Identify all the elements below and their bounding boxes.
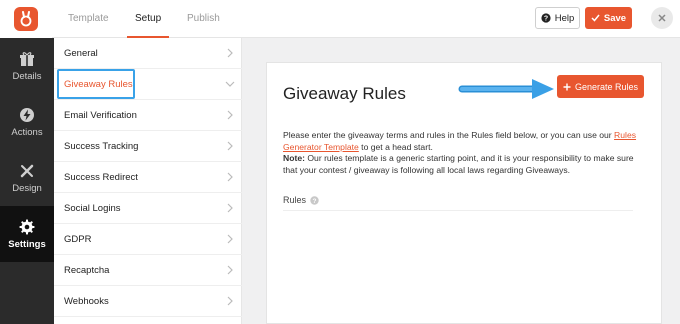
chevron-down-icon bbox=[225, 81, 235, 87]
svg-text:?: ? bbox=[544, 16, 548, 23]
menu-item-label: GDPR bbox=[64, 233, 92, 245]
highlight-outline bbox=[57, 69, 135, 99]
generate-rules-label: Generate Rules bbox=[574, 81, 639, 92]
gift-icon bbox=[20, 51, 34, 66]
menu-item-label: Success Tracking bbox=[64, 140, 139, 152]
menu-item-label: General bbox=[64, 47, 98, 59]
help-label: Help bbox=[554, 12, 575, 24]
question-icon: ? bbox=[541, 13, 551, 23]
rail-item-label: Settings bbox=[8, 238, 46, 250]
menu-item-success-tracking[interactable]: Success Tracking bbox=[54, 131, 242, 162]
menu-item-label: Recaptcha bbox=[64, 264, 110, 276]
tab-publish[interactable]: Publish bbox=[187, 0, 220, 38]
menu-item-success-redirect[interactable]: Success Redirect bbox=[54, 162, 242, 193]
chevron-right-icon bbox=[227, 141, 233, 151]
save-label: Save bbox=[603, 12, 627, 24]
rail-item-actions[interactable]: Actions bbox=[0, 94, 54, 150]
rabbit-logo-icon bbox=[14, 7, 38, 31]
chevron-right-icon bbox=[227, 234, 233, 244]
bolt-icon bbox=[20, 107, 34, 122]
chevron-right-icon bbox=[227, 203, 233, 213]
chevron-right-icon bbox=[227, 296, 233, 306]
chevron-right-icon bbox=[227, 110, 233, 120]
rail-item-settings[interactable]: Settings bbox=[0, 206, 54, 262]
note-text: Our rules template is a generic starting… bbox=[283, 153, 634, 175]
description-text-end: to get a head start. bbox=[358, 141, 433, 152]
save-button[interactable]: Save bbox=[585, 7, 632, 29]
menu-item-label: Success Redirect bbox=[64, 171, 138, 183]
rail-item-label: Actions bbox=[11, 126, 43, 138]
generate-rules-button[interactable]: Generate Rules bbox=[557, 75, 644, 98]
rail-item-details[interactable]: Details bbox=[0, 38, 54, 94]
chevron-right-icon bbox=[227, 48, 233, 58]
top-bar: Template Setup Publish ? Help Save bbox=[0, 0, 680, 38]
description-text: Please enter the giveaway terms and rule… bbox=[283, 130, 615, 140]
pointer-arrow-icon bbox=[458, 79, 554, 99]
rail-item-design[interactable]: Design bbox=[0, 150, 54, 206]
menu-item-label: Webhooks bbox=[64, 295, 109, 307]
menu-item-label: Email Verification bbox=[64, 109, 137, 121]
svg-text:?: ? bbox=[313, 198, 317, 205]
help-tooltip-icon[interactable]: ? bbox=[310, 195, 319, 205]
page-title: Giveaway Rules bbox=[283, 84, 406, 103]
tab-template[interactable]: Template bbox=[68, 0, 109, 38]
chevron-right-icon bbox=[227, 172, 233, 182]
menu-item-recaptcha[interactable]: Recaptcha bbox=[54, 255, 242, 286]
menu-item-social-logins[interactable]: Social Logins bbox=[54, 193, 242, 224]
plus-icon bbox=[563, 83, 571, 90]
rules-description: Please enter the giveaway terms and rule… bbox=[283, 130, 643, 176]
chevron-right-icon bbox=[227, 265, 233, 275]
menu-item-general[interactable]: General bbox=[54, 38, 242, 69]
tab-setup[interactable]: Setup bbox=[126, 0, 170, 38]
menu-item-webhooks[interactable]: Webhooks bbox=[54, 286, 242, 317]
rules-field-label: Rules ? bbox=[283, 195, 319, 205]
note-label: Note: bbox=[283, 153, 305, 163]
close-button[interactable] bbox=[651, 7, 673, 29]
check-icon bbox=[591, 14, 600, 22]
menu-item-label: Social Logins bbox=[64, 202, 121, 214]
left-rail: Details Actions Design Settings bbox=[0, 38, 54, 324]
menu-item-gdpr[interactable]: GDPR bbox=[54, 224, 242, 255]
rail-item-label: Details bbox=[12, 70, 42, 82]
close-icon bbox=[658, 14, 666, 22]
gear-icon bbox=[19, 219, 35, 234]
menu-item-email-verification[interactable]: Email Verification bbox=[54, 100, 242, 131]
rules-label-text: Rules bbox=[283, 195, 307, 205]
brush-icon bbox=[20, 164, 34, 177]
help-button[interactable]: ? Help bbox=[535, 7, 580, 29]
rail-item-label: Design bbox=[12, 182, 42, 194]
rules-editor[interactable] bbox=[283, 210, 633, 324]
app-logo bbox=[0, 0, 52, 38]
